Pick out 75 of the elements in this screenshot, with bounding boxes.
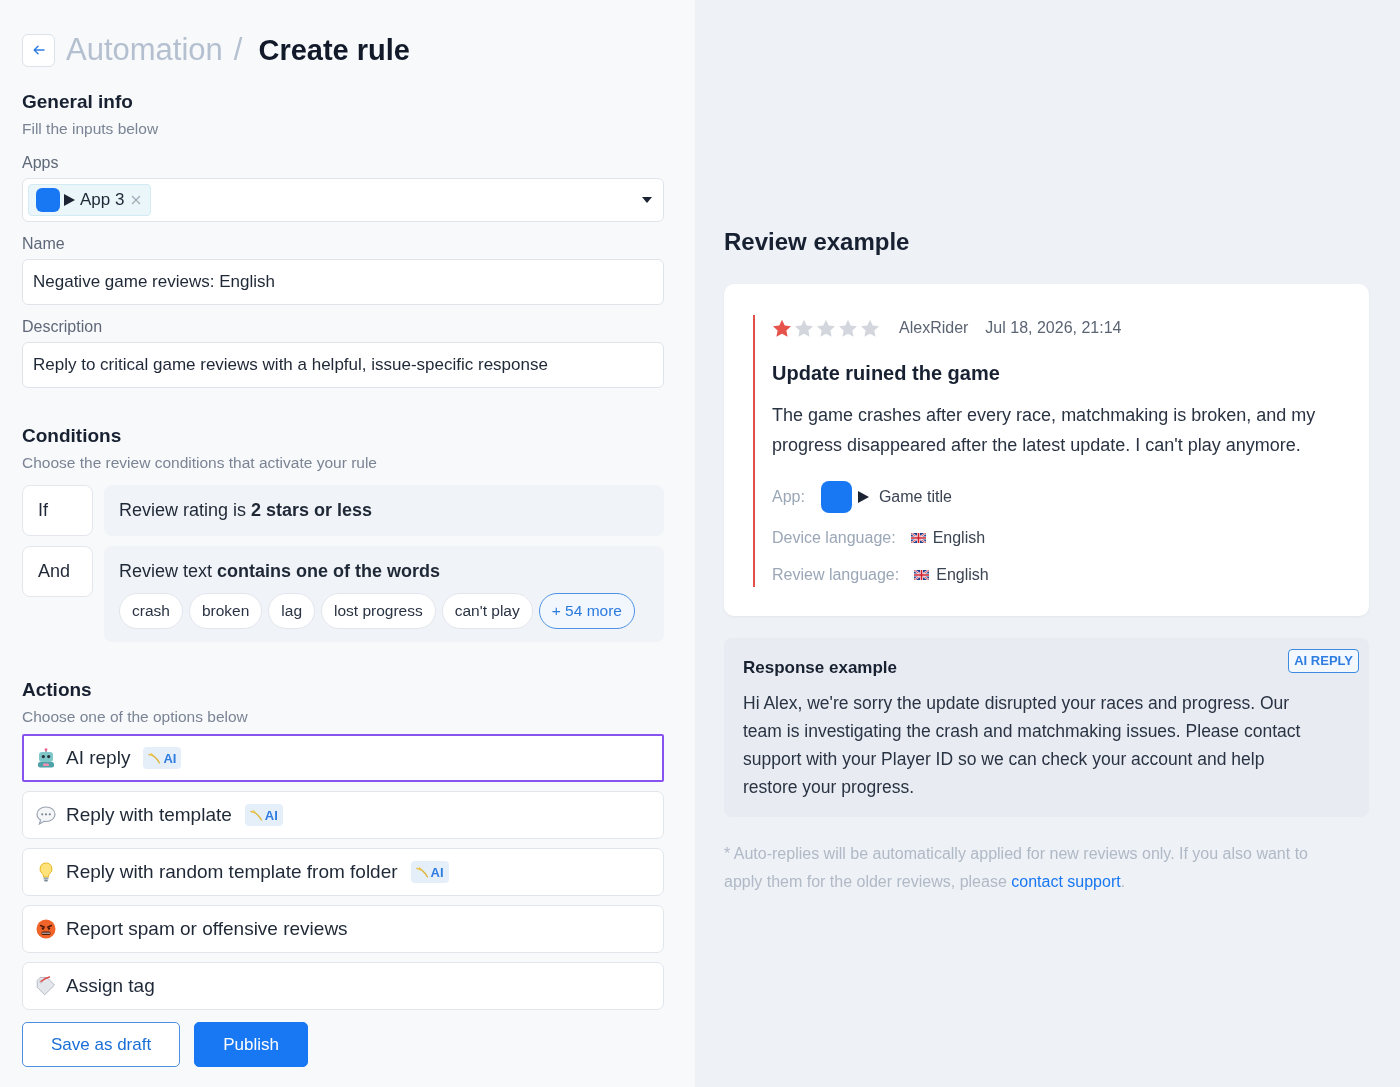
section-title: Actions: [22, 678, 92, 702]
flag-icon: [910, 533, 926, 543]
section-subtitle: Choose the review conditions that activate your rule: [22, 453, 377, 473]
play-icon: [857, 491, 869, 503]
flag-icon: [914, 570, 930, 580]
action-option[interactable]: Reply with template AI: [22, 791, 664, 839]
magic-wand-icon: [249, 809, 263, 821]
condition-text: Review text contains one of the words: [119, 560, 441, 583]
section-title: Conditions: [22, 424, 122, 448]
condition-operator: And: [22, 546, 93, 597]
tag-icon: [36, 976, 56, 996]
condition-operator: If: [22, 485, 93, 536]
field-label: Name: [22, 234, 65, 254]
speech-bubble-icon: [36, 805, 56, 825]
back-button[interactable]: [22, 33, 55, 67]
detail-value: English: [932, 529, 986, 547]
app-chip[interactable]: App 3: [28, 184, 152, 216]
detail-label: Review language:: [772, 566, 900, 584]
section-title: Review example: [724, 227, 910, 257]
detail-label: App:: [772, 488, 805, 506]
keyword-chip: can't play: [441, 593, 533, 629]
keyword-chip: crash: [119, 593, 183, 629]
app-chip-label: App 3: [80, 190, 125, 210]
action-option[interactable]: AI reply AI: [22, 734, 664, 782]
action-option[interactable]: Reply with random template from folder AI: [22, 848, 664, 896]
breadcrumb-separator: /: [233, 31, 243, 69]
section-subtitle: Fill the inputs below: [22, 119, 159, 139]
description-input[interactable]: Reply to critical game reviews with a helpful, issue-specific response: [22, 342, 664, 388]
robot-icon: [36, 748, 56, 768]
name-input[interactable]: Negative game reviews: English: [22, 259, 664, 305]
magic-wand-icon: [415, 866, 429, 878]
keyword-chip: broken: [188, 593, 263, 629]
star-icon: [794, 318, 814, 338]
ai-badge-label: AI: [430, 864, 444, 880]
ai-badge-label: AI: [163, 750, 177, 766]
section-subtitle: Choose one of the options below: [22, 707, 248, 727]
detail-value: Game title: [878, 488, 952, 506]
caret-icon[interactable]: [642, 197, 652, 203]
publish-button[interactable]: Publish: [194, 1022, 308, 1067]
ai-badge-label: AI: [264, 807, 278, 823]
apps-select[interactable]: App 3: [22, 178, 664, 222]
star-icon: [816, 318, 836, 338]
response-text: Hi Alex, we're sorry the update disrupted your races and progress. Our team is investigating the crash and matchmaking issues. Please contact support with your Player ID so we can check your account and help restore your progress.: [743, 692, 1302, 799]
save-draft-button[interactable]: Save as draft: [22, 1022, 181, 1067]
action-option[interactable]: Report spam or offensive reviews: [22, 905, 664, 953]
star-icon: [860, 318, 880, 338]
detail-value: English: [936, 566, 989, 584]
ai-reply-badge: AI REPLY: [1288, 649, 1359, 673]
star-icon: [838, 318, 858, 338]
play-icon: [64, 194, 75, 206]
field-label: Description: [22, 317, 103, 337]
app-tile-icon: [820, 481, 852, 513]
contact-support-link[interactable]: contact support: [1011, 873, 1121, 890]
keyword-chip: lost progress: [321, 593, 436, 629]
magic-wand-icon: [148, 752, 162, 764]
condition-text: Review rating is 2 stars or less: [119, 499, 373, 522]
review-text: The game crashes after every race, matchmaking is broken, and my progress disappeared after the latest update. I can't play anymore.: [772, 404, 1317, 457]
angry-face-icon: [36, 919, 56, 939]
detail-label: Device language:: [772, 529, 896, 547]
action-option[interactable]: Assign tag: [22, 962, 664, 1010]
review-date: Jul 18, 2026, 21:14: [985, 319, 1122, 337]
keyword-chip: lag: [268, 593, 315, 629]
field-label: Apps: [22, 153, 59, 173]
response-title: Response example: [743, 657, 897, 679]
star-icon: [772, 318, 792, 338]
review-author: AlexRider: [899, 319, 969, 337]
footnote-text: * Auto-replies will be automatically applied for new reviews only. If you also want to apply them for the older reviews, please contact support.: [724, 844, 1309, 892]
app-tile-icon: [36, 188, 60, 212]
page-title: Create rule: [258, 33, 410, 68]
lightbulb-icon: [39, 862, 53, 882]
section-title: General info: [22, 90, 133, 114]
arrow-left-icon: [32, 45, 45, 55]
review-title: Update ruined the game: [772, 361, 1000, 385]
remove-icon[interactable]: [131, 195, 142, 205]
show-more-button[interactable]: + 54 more: [538, 593, 635, 629]
